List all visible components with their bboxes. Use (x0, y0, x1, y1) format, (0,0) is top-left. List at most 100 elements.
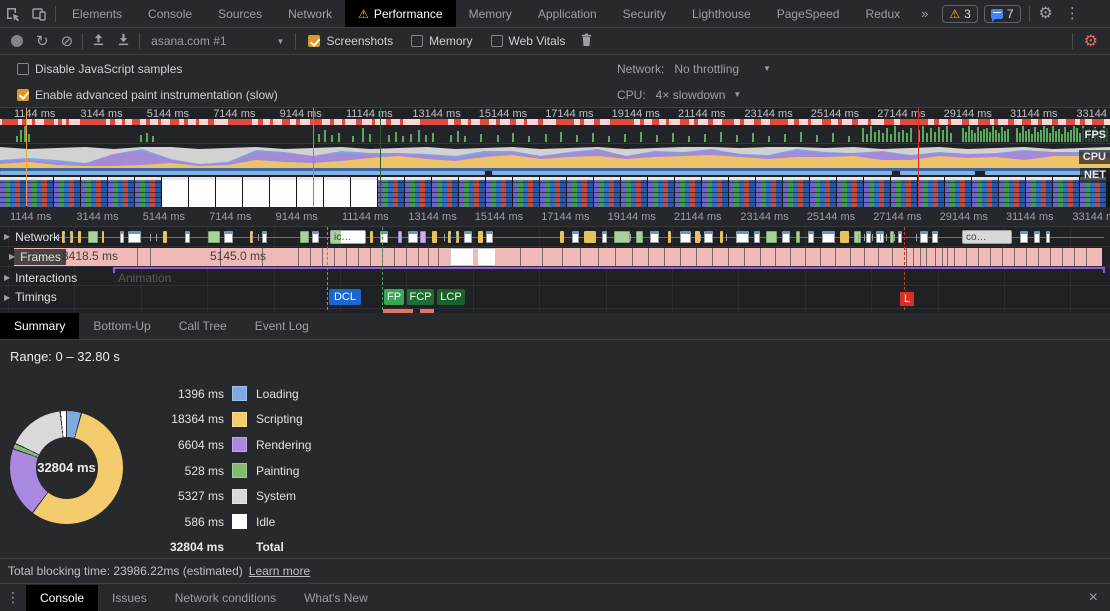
network-request-bar[interactable] (766, 231, 777, 243)
screenshot-thumbnail[interactable] (432, 177, 458, 207)
network-request-bar[interactable] (128, 231, 141, 243)
tab-application[interactable]: Application (525, 0, 610, 27)
timeline-overview[interactable]: 1144 ms3144 ms5144 ms7144 ms9144 ms11144… (0, 108, 1110, 207)
inspect-element-icon[interactable] (0, 1, 26, 27)
screenshot-thumbnail[interactable] (54, 177, 80, 207)
network-request-labeled[interactable]: ic… (330, 230, 366, 244)
network-request-bar[interactable] (636, 231, 643, 243)
screenshot-filmstrip[interactable] (0, 177, 1110, 207)
network-request-bar[interactable] (398, 231, 402, 243)
network-request-bar[interactable] (1046, 231, 1050, 243)
main-menu-icon[interactable]: ⋮ (1059, 6, 1086, 21)
network-throttling-select[interactable]: No throttling ▼ (674, 62, 771, 76)
tab-console[interactable]: Console (135, 0, 205, 27)
memory-checkbox[interactable]: Memory (411, 34, 472, 48)
screenshot-thumbnail[interactable] (648, 177, 674, 207)
network-request-bar[interactable] (1020, 231, 1028, 243)
screenshots-checkbox[interactable]: Screenshots (308, 34, 393, 48)
screenshot-thumbnail[interactable] (621, 177, 647, 207)
screenshot-thumbnail[interactable] (540, 177, 566, 207)
timing-marker-lcp[interactable]: LCP (437, 289, 465, 305)
network-track-header[interactable]: ▶ Network (4, 230, 59, 244)
delete-recording-icon[interactable] (574, 33, 599, 50)
screenshot-thumbnail[interactable] (243, 177, 269, 207)
network-request-bar[interactable] (208, 231, 220, 243)
timings-track-header[interactable]: ▶ Timings (4, 290, 57, 304)
network-request-bar[interactable] (866, 231, 871, 243)
network-request-bar[interactable] (704, 231, 713, 243)
web-vitals-checkbox[interactable]: Web Vitals (491, 34, 566, 48)
screenshot-thumbnail[interactable] (486, 177, 512, 207)
network-request-bar[interactable] (78, 231, 81, 243)
network-request-bar[interactable] (312, 231, 319, 243)
screenshot-thumbnail[interactable] (837, 177, 863, 207)
details-tab-event-log[interactable]: Event Log (241, 313, 323, 339)
advanced-paint-checkbox[interactable]: Enable advanced paint instrumentation (s… (17, 88, 278, 102)
network-request-bar[interactable] (262, 231, 267, 243)
settings-gear-icon[interactable]: ⚙ (1033, 6, 1059, 22)
frames-track-header[interactable]: ▶ Frames (4, 249, 66, 265)
screenshot-thumbnail[interactable] (1026, 177, 1052, 207)
network-request-bar[interactable] (920, 231, 928, 243)
screenshot-thumbnail[interactable] (189, 177, 215, 207)
network-request-bar[interactable] (680, 231, 691, 243)
network-request-bar[interactable] (300, 231, 309, 243)
screenshot-thumbnail[interactable] (918, 177, 944, 207)
network-request-bar[interactable] (898, 231, 902, 243)
timing-marker-fp[interactable]: FP (384, 289, 404, 305)
screenshot-thumbnail[interactable] (729, 177, 755, 207)
screenshot-thumbnail[interactable] (594, 177, 620, 207)
more-tabs-button[interactable]: » (913, 0, 936, 27)
tab-redux[interactable]: Redux (852, 0, 913, 27)
profile-select[interactable]: asana.com #1 ▼ (143, 34, 292, 48)
screenshot-thumbnail[interactable] (0, 177, 26, 207)
tab-elements[interactable]: Elements (59, 0, 135, 27)
screenshot-thumbnail[interactable] (1053, 177, 1079, 207)
drawer-tab-network-conditions[interactable]: Network conditions (161, 585, 290, 611)
screenshot-thumbnail[interactable] (378, 177, 404, 207)
screenshot-thumbnail[interactable] (972, 177, 998, 207)
screenshot-thumbnail[interactable] (783, 177, 809, 207)
network-request-bar[interactable] (822, 231, 835, 243)
timing-marker-dcl[interactable]: DCL (329, 289, 361, 305)
network-request-bar[interactable] (840, 231, 849, 243)
screenshot-thumbnail[interactable] (513, 177, 539, 207)
network-request-bar[interactable] (602, 231, 607, 243)
tab-memory[interactable]: Memory (456, 0, 525, 27)
screenshot-thumbnail[interactable] (675, 177, 701, 207)
network-request-bar[interactable] (120, 231, 124, 243)
network-request-bar[interactable] (464, 231, 472, 243)
network-request-bar[interactable] (808, 231, 814, 243)
timeline-tracks[interactable]: 1144 ms3144 ms5144 ms7144 ms9144 ms11144… (0, 207, 1110, 313)
screenshot-thumbnail[interactable] (351, 177, 377, 207)
reload-and-record-icon[interactable]: ↻ (30, 34, 55, 49)
screenshot-thumbnail[interactable] (324, 177, 350, 207)
network-request-bar[interactable] (408, 231, 418, 243)
tab-network[interactable]: Network (275, 0, 345, 27)
tab-performance[interactable]: ⚠Performance (345, 0, 455, 27)
tab-lighthouse[interactable]: Lighthouse (679, 0, 764, 27)
network-request-bar[interactable] (185, 231, 190, 243)
screenshot-thumbnail[interactable] (999, 177, 1025, 207)
tab-sources[interactable]: Sources (205, 0, 275, 27)
screenshot-thumbnail[interactable] (270, 177, 296, 207)
screenshot-thumbnail[interactable] (297, 177, 323, 207)
close-drawer-icon[interactable]: × (1077, 589, 1110, 607)
screenshot-thumbnail[interactable] (108, 177, 134, 207)
tab-pagespeed[interactable]: PageSpeed (764, 0, 853, 27)
clear-recordings-icon[interactable]: ⊘ (55, 34, 80, 49)
error-warning-badge[interactable]: ⚠ 3 (942, 5, 977, 23)
details-tab-bottom-up[interactable]: Bottom-Up (79, 313, 164, 339)
network-request-bar[interactable] (370, 231, 373, 243)
screenshot-thumbnail[interactable] (945, 177, 971, 207)
load-profile-icon[interactable] (86, 33, 111, 49)
network-request-labeled[interactable]: co… (962, 230, 1012, 244)
device-toolbar-icon[interactable] (26, 1, 52, 27)
network-request-bar[interactable] (796, 231, 800, 243)
network-request-bar[interactable] (650, 231, 659, 243)
screenshot-thumbnail[interactable] (135, 177, 161, 207)
screenshot-thumbnail[interactable] (405, 177, 431, 207)
screenshot-thumbnail[interactable] (702, 177, 728, 207)
network-request-bar[interactable] (736, 231, 749, 243)
network-request-bar[interactable] (102, 231, 104, 243)
